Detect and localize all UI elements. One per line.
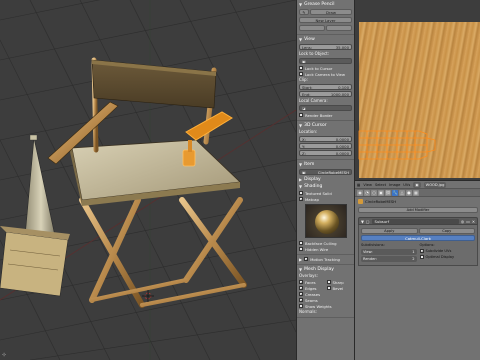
- render-border-checkbox[interactable]: Render Border: [299, 112, 352, 118]
- modifier-icon: ▢: [365, 218, 370, 224]
- editor-type-icon[interactable]: ▦: [357, 183, 360, 187]
- lens-field[interactable]: Lens: 35.000: [299, 44, 352, 50]
- item-name-field[interactable]: ▣ CircleRobeMESH: [299, 169, 352, 175]
- uv-islands: [358, 130, 436, 160]
- lock-to-object-label: Lock to Object:: [299, 51, 330, 56]
- subdivisions-label: Subdivisions:: [361, 243, 385, 247]
- image-menu[interactable]: Image: [389, 183, 400, 187]
- right-editor-column: ▦ View Select Image UVs ▣ WOOD.jpg ◉ ◔ ○…: [354, 0, 480, 360]
- seams-checkbox[interactable]: Seams: [299, 297, 325, 303]
- expand-icon: ▼: [299, 37, 303, 42]
- image-browse-icon[interactable]: ▣: [413, 181, 421, 188]
- hidden-wire-checkbox[interactable]: Hidden Wire: [299, 246, 352, 252]
- add-modifier-button[interactable]: Add Modifier: [358, 207, 478, 213]
- constraints-tab-icon[interactable]: ⛓: [385, 189, 391, 196]
- cursor-y-field[interactable]: Y: 0.0000: [299, 143, 352, 149]
- mesh-display-section: ▼Mesh Display Overlays: Faces Sharp Edge…: [297, 265, 354, 318]
- subsurf-modifier-header[interactable]: ▼ ▢ Subsurf ◎ ▭ ✕: [358, 217, 478, 225]
- render-tab-icon[interactable]: ◉: [357, 189, 363, 196]
- uv-editor-header: ▦ View Select Image UVs ▣ WOOD.jpg: [355, 180, 480, 189]
- collapse-icon: ▶: [299, 177, 303, 182]
- local-camera-label: Local Camera:: [299, 98, 328, 103]
- apply-button[interactable]: Apply: [361, 228, 418, 234]
- properties-tabs: ◉ ◔ ○ ▣ ⛓ 🔧 △ ● ▦: [355, 189, 480, 197]
- expand-icon: ▼: [299, 123, 303, 128]
- 3d-viewport[interactable]: ⊹: [0, 0, 296, 360]
- object-breadcrumb: CircleRobeMESH: [355, 197, 480, 205]
- 3d-cursor: [142, 290, 154, 302]
- motion-tracking-checkbox[interactable]: ▶Motion Tracking: [299, 256, 352, 262]
- pencil-icon[interactable]: ✎: [299, 9, 309, 15]
- grease-pencil-header[interactable]: ▼ Grease Pencil: [299, 1, 352, 8]
- mesh-display-header[interactable]: ▼ Mesh Display: [299, 266, 352, 273]
- modifiers-tab-icon[interactable]: 🔧: [392, 189, 398, 196]
- draw-button[interactable]: Draw: [310, 9, 352, 15]
- cursor-location-label: Location:: [299, 129, 318, 134]
- viewport-scene: [0, 0, 296, 360]
- properties-editor: ◉ ◔ ○ ▣ ⛓ 🔧 △ ● ▦ CircleRobeMESH Add Mod…: [355, 189, 480, 360]
- uvs-menu[interactable]: UVs: [403, 183, 410, 187]
- data-tab-icon[interactable]: △: [399, 189, 405, 196]
- close-icon[interactable]: ✕: [472, 219, 475, 224]
- view-levels-field[interactable]: View: 1: [361, 249, 417, 255]
- grease-pencil-section: ▼ Grease Pencil ✎ Draw New Layer: [297, 0, 354, 35]
- object-name: CircleRobeMESH: [365, 198, 397, 204]
- scene-tab-icon[interactable]: ◔: [364, 189, 370, 196]
- select-menu[interactable]: Select: [375, 183, 386, 187]
- modifier-name-field[interactable]: Subsurf: [371, 218, 459, 224]
- object-icon: [358, 198, 363, 204]
- cube-icon: ▣: [302, 169, 306, 175]
- matcap-checkbox[interactable]: Matcap: [299, 196, 352, 202]
- 3d-cursor-header[interactable]: ▼ 3D Cursor: [299, 122, 352, 129]
- clip-label: Clip:: [299, 77, 308, 82]
- object-tab-icon[interactable]: ▣: [378, 189, 384, 196]
- subsurf-modifier-body: Apply Copy Catmull-Clark Subdivisions: V…: [358, 225, 478, 266]
- world-tab-icon[interactable]: ○: [371, 189, 377, 196]
- local-camera-field[interactable]: ◪: [299, 105, 352, 111]
- expand-icon: ▼: [299, 184, 303, 189]
- gp-option-b-button[interactable]: [326, 25, 352, 31]
- gp-option-a-button[interactable]: [299, 25, 325, 31]
- expand-icon: ▼: [299, 162, 303, 167]
- clip-start-field[interactable]: Start: 0.100: [299, 84, 352, 90]
- render-levels-field[interactable]: Render: 2: [361, 256, 417, 262]
- collapse-icon: ▶: [299, 256, 303, 262]
- catmull-clark-toggle[interactable]: Catmull-Clark: [361, 235, 475, 241]
- properties-n-panel: ▼ Grease Pencil ✎ Draw New Layer ▼ View Le…: [296, 0, 354, 360]
- 3d-cursor-section: ▼ 3D Cursor Location: X: 0.0000 Y: 0.0000 Z…: [297, 121, 354, 160]
- clapboard-object: [0, 226, 70, 297]
- item-section: ▼ Item ▣ CircleRobeMESH ▶ Display ▼ Shading …: [297, 160, 354, 255]
- viewport-toggle-icon[interactable]: ▭: [466, 219, 470, 224]
- cube-icon: ▣: [302, 58, 306, 64]
- new-layer-button[interactable]: New Layer: [299, 17, 352, 23]
- clip-end-field[interactable]: End: 1000.000: [299, 91, 352, 97]
- view-menu[interactable]: View: [363, 183, 372, 187]
- image-name-field[interactable]: WOOD.jpg: [423, 181, 447, 188]
- axis-gizmo-icon: ⊹: [2, 352, 7, 358]
- motion-tracking-section: ▶Motion Tracking: [297, 255, 354, 265]
- item-header[interactable]: ▼ Item: [299, 161, 352, 168]
- uv-image-editor[interactable]: [355, 0, 480, 180]
- camera-icon: ◪: [302, 105, 306, 111]
- collapse-icon: ▼: [361, 218, 364, 224]
- view-header[interactable]: ▼ View: [299, 36, 352, 43]
- material-tab-icon[interactable]: ●: [406, 189, 412, 196]
- cursor-x-field[interactable]: X: 0.0000: [299, 136, 352, 142]
- optimal-display-checkbox[interactable]: Optimal Display: [419, 254, 476, 260]
- view-section: ▼ View Lens: 35.000 Lock to Object: ▣ Lock…: [297, 35, 354, 121]
- render-toggle-icon[interactable]: ◎: [461, 219, 464, 224]
- expand-icon: ▼: [299, 2, 303, 7]
- display-header[interactable]: ▶ Display: [299, 176, 352, 183]
- texture-tab-icon[interactable]: ▦: [413, 189, 419, 196]
- shading-header[interactable]: ▼ Shading: [299, 183, 352, 190]
- lock-object-field[interactable]: ▣: [299, 58, 352, 64]
- cursor-z-field[interactable]: Z: 0.0000: [299, 150, 352, 156]
- expand-icon: ▼: [299, 267, 303, 272]
- copy-button[interactable]: Copy: [418, 228, 475, 234]
- matcap-preview[interactable]: [304, 204, 347, 238]
- normals-label: Normals:: [299, 309, 317, 314]
